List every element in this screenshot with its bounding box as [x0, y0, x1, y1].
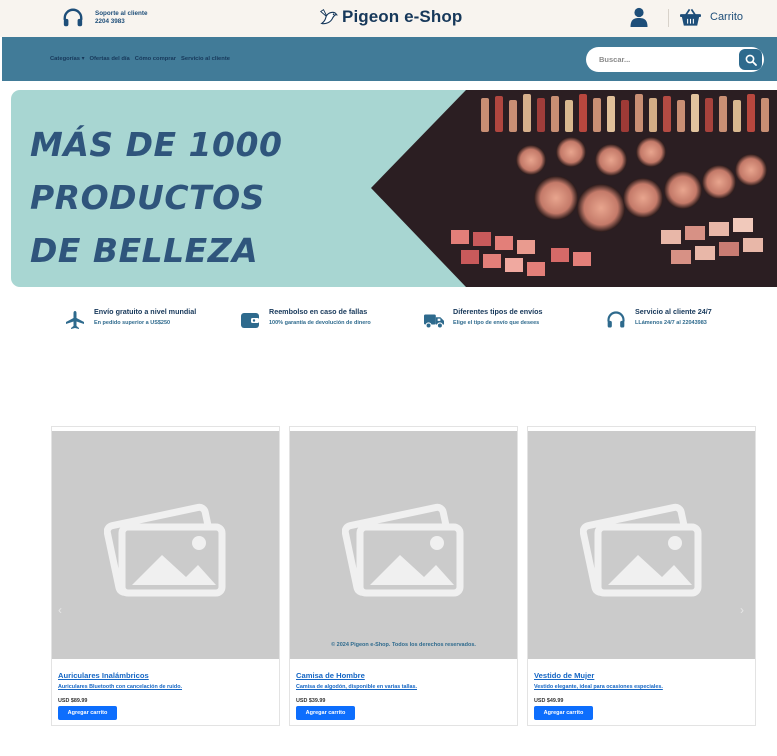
image-placeholder-icon: [342, 503, 464, 597]
feature-subtitle: En pedido superior a US$250: [94, 320, 171, 326]
product-card[interactable]: Vestido de Mujer Vestido elegante, ideal…: [527, 426, 756, 726]
product-description[interactable]: Camisa de algodón, disponible en varias …: [296, 684, 417, 690]
basket-icon: [680, 8, 701, 26]
wallet-icon: [241, 313, 259, 328]
footer-copyright: © 2024 Pigeon e-Shop. Todos los derechos…: [331, 642, 476, 648]
main-navbar: Categorías ▾ Ofertas del día Cómo compra…: [2, 37, 777, 81]
feature-subtitle: 100% garantía de devolución de dinero: [269, 320, 371, 326]
carousel-next-button[interactable]: ›: [740, 603, 744, 617]
brand-logo[interactable]: Pigeon e-Shop: [318, 6, 462, 28]
product-description[interactable]: Auriculares Bluetooth con cancelación de…: [58, 684, 182, 690]
headset-icon: [607, 311, 625, 328]
product-description[interactable]: Vestido elegante, ideal para ocasiones e…: [534, 684, 663, 690]
cart-label: Carrito: [710, 11, 744, 23]
product-image-placeholder: [52, 431, 279, 659]
hero-line-2: PRODUCTOS: [30, 178, 265, 217]
airplane-icon: [66, 311, 84, 329]
pigeon-icon: [319, 8, 339, 25]
product-name[interactable]: Camisa de Hombre: [296, 671, 365, 680]
support-contact[interactable]: Soporte al cliente 2204 3983: [62, 7, 148, 29]
add-to-cart-button[interactable]: Agregar carrito: [58, 706, 117, 720]
feature-title: Reembolso en caso de fallas: [269, 307, 368, 316]
truck-icon: [424, 314, 444, 329]
search-button[interactable]: [737, 47, 764, 72]
nav-categories[interactable]: Categorías ▾: [50, 56, 84, 62]
feature-subtitle: Elige el tipo de envío que desees: [453, 320, 540, 326]
product-price: USD $49.99: [534, 698, 564, 704]
feature-free-shipping: Envío gratuito a nivel mundial En pedido…: [65, 306, 196, 330]
nav-customer-service[interactable]: Servicio al cliente: [181, 56, 230, 62]
product-image-placeholder: [528, 431, 755, 659]
product-card[interactable]: © 2024 Pigeon e-Shop. Todos los derechos…: [289, 426, 518, 726]
search-input[interactable]: [586, 47, 738, 72]
image-placeholder-icon: [580, 503, 702, 597]
hero-banner[interactable]: MÁS DE 1000 PRODUCTOS DE BELLEZA: [11, 90, 777, 287]
search-bar: [586, 47, 764, 72]
feature-title: Envío gratuito a nivel mundial: [94, 307, 197, 316]
support-label: Soporte al cliente: [95, 9, 148, 17]
add-to-cart-button[interactable]: Agregar carrito: [296, 706, 355, 720]
image-placeholder-icon: [104, 503, 226, 597]
hero-headline: MÁS DE 1000 PRODUCTOS DE BELLEZA: [30, 118, 282, 277]
nav-links: Categorías ▾ Ofertas del día Cómo compra…: [50, 56, 230, 62]
product-card[interactable]: Auriculares Inalámbricos Auriculares Blu…: [51, 426, 280, 726]
hero-line-3: DE BELLEZA: [30, 231, 259, 270]
feature-subtitle: LLámenos 24/7 al 22043983: [635, 320, 707, 326]
nav-deals[interactable]: Ofertas del día: [89, 56, 129, 62]
top-bar: Soporte al cliente 2204 3983 Pigeon e-Sh…: [0, 0, 777, 37]
headset-icon: [63, 8, 83, 27]
feature-support: Servicio al cliente 24/7 LLámenos 24/7 a…: [606, 306, 712, 330]
support-phone: 2204 3983: [95, 18, 125, 25]
carousel-prev-button[interactable]: ‹: [58, 603, 62, 617]
product-price: USD $89.99: [58, 698, 88, 704]
hero-line-1: MÁS DE 1000: [30, 125, 283, 164]
feature-title: Servicio al cliente 24/7: [635, 307, 712, 316]
feature-shipping-types: Diferentes tipos de envíos Elige el tipo…: [424, 306, 542, 330]
product-name[interactable]: Auriculares Inalámbricos: [58, 671, 149, 680]
search-icon: [745, 54, 757, 66]
cart-button[interactable]: Carrito: [680, 8, 743, 26]
feature-refund: Reembolso en caso de fallas 100% garantí…: [240, 306, 371, 330]
product-name[interactable]: Vestido de Mujer: [534, 671, 594, 680]
product-image-placeholder: © 2024 Pigeon e-Shop. Todos los derechos…: [290, 431, 517, 659]
product-price: USD $39.99: [296, 698, 326, 704]
brand-name: Pigeon e-Shop: [342, 7, 463, 26]
nav-how-to-buy[interactable]: Cómo comprar: [135, 56, 176, 62]
divider: [668, 9, 669, 27]
feature-title: Diferentes tipos de envíos: [453, 307, 543, 316]
add-to-cart-button[interactable]: Agregar carrito: [534, 706, 593, 720]
user-icon[interactable]: [630, 7, 648, 27]
